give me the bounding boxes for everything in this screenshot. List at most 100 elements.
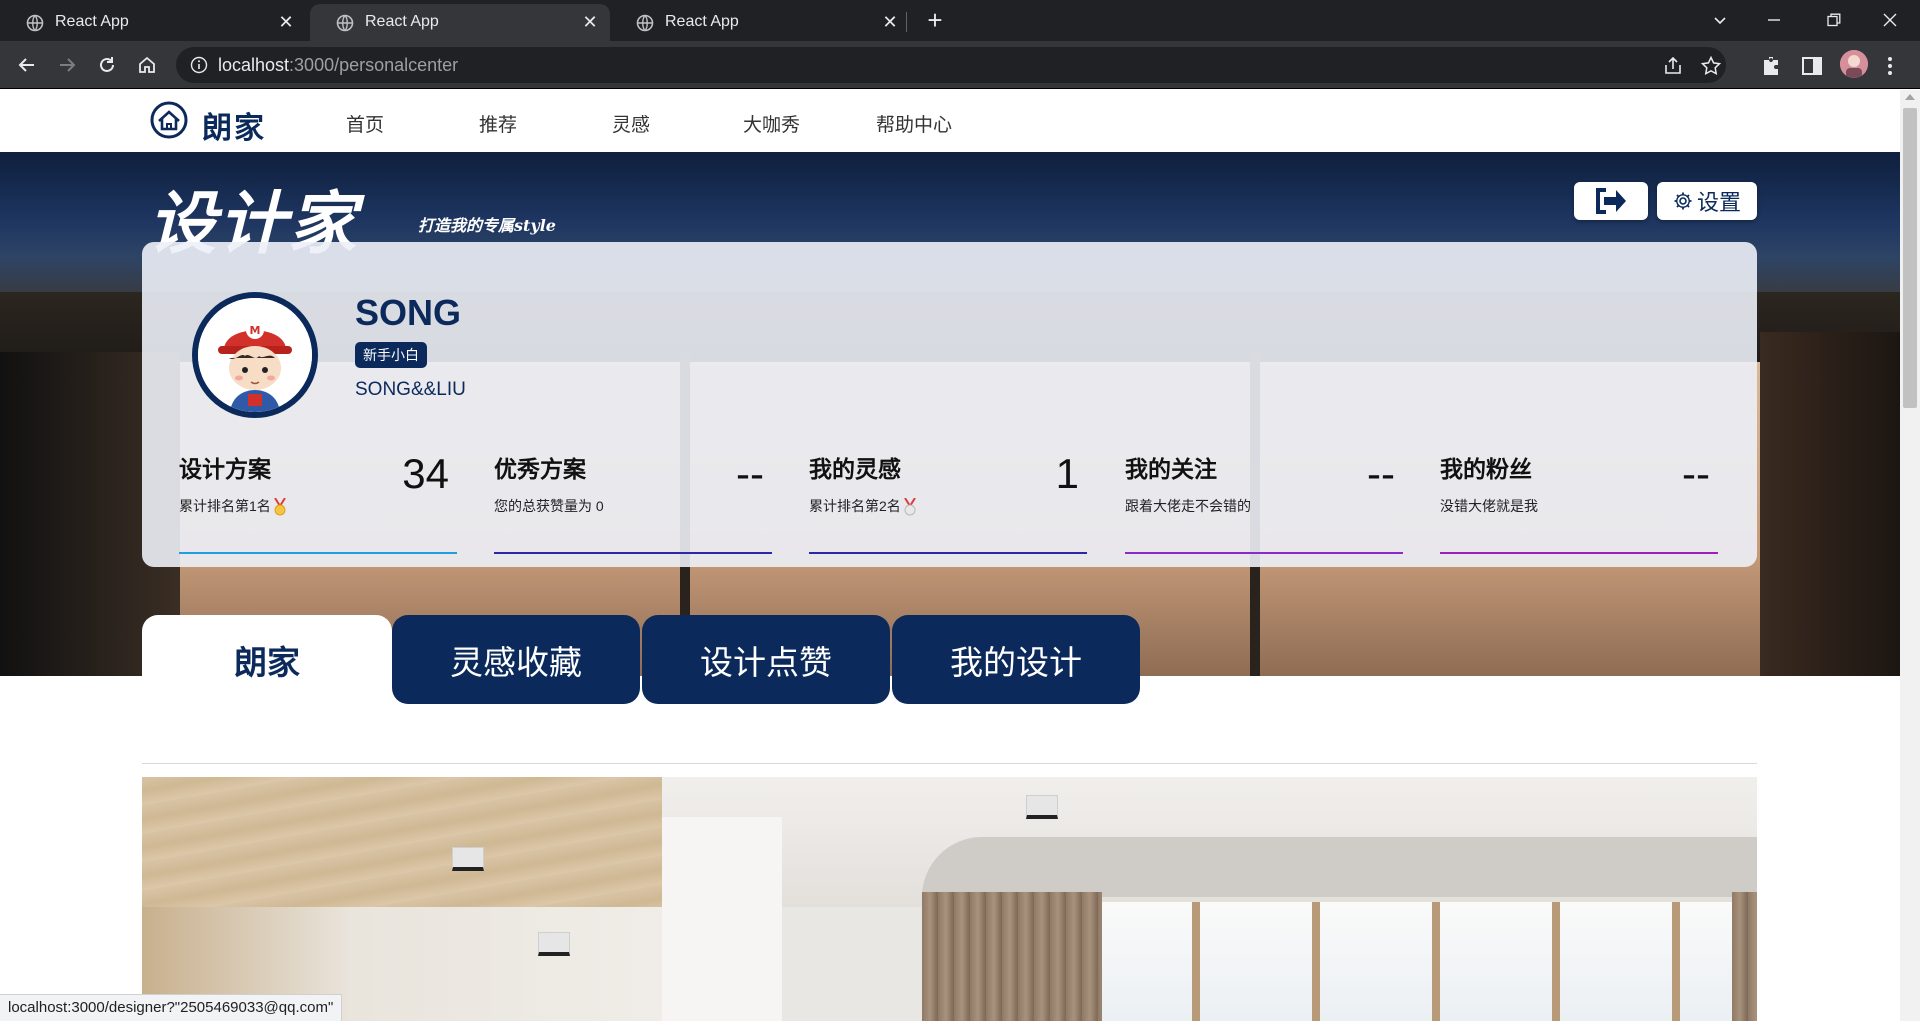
nav-recommend[interactable]: 推荐	[479, 110, 517, 137]
window-frame	[1192, 902, 1200, 1021]
browser-tab-3[interactable]: React App ✕	[610, 4, 910, 41]
profile-card: M SONG 新手小白 SONG&&LIU 设计方案 34 累计排名第1名 优秀…	[142, 242, 1757, 567]
tab-design-likes[interactable]: 设计点赞	[642, 615, 890, 704]
stat-value: --	[736, 450, 764, 497]
close-window-button[interactable]	[1870, 4, 1910, 36]
close-icon[interactable]: ✕	[580, 12, 600, 32]
nav-home[interactable]: 首页	[346, 110, 384, 137]
info-icon[interactable]	[190, 56, 208, 74]
stat-underline	[809, 552, 1087, 554]
browser-tab-title: React App	[55, 13, 129, 30]
stat-underline	[1125, 552, 1403, 554]
room-pillar	[662, 817, 782, 1021]
settings-label: 设置	[1696, 190, 1741, 215]
stat-value: --	[1367, 450, 1395, 497]
nav-inspiration[interactable]: 灵感	[612, 110, 650, 137]
site-logo-text[interactable]: 朗家	[202, 103, 266, 147]
tab-separator	[906, 12, 907, 32]
close-icon[interactable]: ✕	[880, 12, 900, 32]
nav-help-center[interactable]: 帮助中心	[876, 110, 952, 137]
medal-icon	[903, 498, 916, 516]
stat-designs[interactable]: 设计方案 34 累计排名第1名	[179, 450, 457, 554]
stat-desc: 跟着大佬走不会错的	[1125, 498, 1251, 514]
tab-my-designs[interactable]: 我的设计	[892, 615, 1140, 704]
stat-value: --	[1682, 450, 1710, 497]
stat-following[interactable]: 我的关注 -- 跟着大佬走不会错的	[1125, 450, 1403, 554]
window-frame	[1672, 902, 1680, 1021]
content-divider	[142, 763, 1757, 764]
page-viewport: 朗家 首页 推荐 灵感 大咖秀 帮助中心 设计家 打造我的专属style 设置 …	[0, 90, 1900, 1021]
more-vert-icon[interactable]	[1878, 54, 1902, 78]
reload-button[interactable]	[93, 51, 121, 79]
stat-fans[interactable]: 我的粉丝 -- 没错大佬就是我	[1440, 450, 1718, 554]
status-bar-url: localhost:3000/designer?"2505469033@qq.c…	[0, 994, 343, 1021]
reload-icon	[100, 57, 114, 72]
restore-button[interactable]	[1814, 4, 1854, 36]
forward-button[interactable]	[53, 51, 81, 79]
scroll-thumb[interactable]	[1903, 108, 1917, 408]
sidepanel-icon[interactable]	[1800, 54, 1824, 78]
scroll-up-arrow-icon[interactable]	[1905, 94, 1915, 100]
username: SONG	[355, 292, 462, 333]
back-button[interactable]	[13, 51, 41, 79]
stat-value: 34	[402, 450, 449, 497]
window-frame	[1432, 902, 1440, 1021]
browser-tab-1[interactable]: React App ✕	[0, 4, 306, 41]
stat-desc: 累计排名第2名	[809, 496, 917, 516]
new-tab-button[interactable]: +	[922, 7, 948, 34]
minimize-icon	[1768, 19, 1780, 21]
avatar-cartoon-image: M	[198, 298, 312, 412]
settings-button[interactable]: 设置	[1657, 182, 1757, 220]
address-bar[interactable]: localhost:3000/personalcenter	[176, 47, 1726, 83]
profile-avatar[interactable]	[1840, 50, 1868, 78]
room-curtain	[922, 892, 1102, 1021]
share-icon[interactable]	[1662, 55, 1684, 77]
browser-tab-2[interactable]: React App ✕	[310, 4, 610, 41]
home-button[interactable]	[133, 51, 161, 79]
stat-desc-text: 累计排名第2名	[809, 498, 901, 514]
stat-inspirations[interactable]: 我的灵感 1 累计排名第2名	[809, 450, 1087, 554]
url-path: :3000/personalcenter	[289, 55, 459, 75]
page-scrollbar[interactable]	[1900, 90, 1920, 1021]
close-icon	[1883, 13, 1897, 27]
stat-desc-text: 累计排名第1名	[179, 498, 271, 514]
room-curtain	[1732, 892, 1757, 1021]
browser-tab-title: React App	[665, 13, 739, 30]
level-badge: 新手小白	[355, 342, 427, 368]
close-icon[interactable]: ✕	[276, 12, 296, 32]
browser-tabbar: React App ✕ React App ✕ React App ✕ +	[0, 0, 1920, 41]
tab-search-button[interactable]	[1700, 4, 1740, 36]
star-icon[interactable]	[1700, 55, 1722, 77]
home-icon	[139, 56, 155, 73]
stat-title: 优秀方案	[494, 456, 586, 482]
globe-icon	[336, 14, 354, 32]
stat-desc: 您的总获赞量为 0	[494, 498, 604, 514]
user-handle: SONG&&LIU	[355, 379, 466, 400]
house-logo-icon[interactable]	[150, 101, 188, 139]
globe-icon	[26, 14, 44, 32]
restore-icon	[1827, 13, 1841, 27]
hero-banner: 设计家 打造我的专属style 设置 M SONG 新手小白 SONG&&LIU…	[0, 152, 1900, 676]
spotlight	[452, 847, 484, 871]
site-header: 朗家 首页 推荐 灵感 大咖秀 帮助中心	[0, 90, 1900, 152]
room-ceiling-curve	[922, 837, 1757, 897]
tab-langjia[interactable]: 朗家	[142, 615, 392, 705]
address-toolbar: localhost:3000/personalcenter	[0, 41, 1920, 89]
nav-showcase[interactable]: 大咖秀	[743, 110, 800, 137]
svg-text:M: M	[250, 324, 261, 337]
stat-desc: 累计排名第1名	[179, 496, 287, 516]
browser-tab-title: React App	[365, 13, 439, 30]
spotlight	[1026, 795, 1058, 819]
medal-icon	[273, 498, 286, 516]
logout-button[interactable]	[1574, 182, 1648, 220]
stat-excellent[interactable]: 优秀方案 -- 您的总获赞量为 0	[494, 450, 772, 554]
design-room-image[interactable]	[142, 777, 1757, 1021]
globe-icon	[636, 14, 654, 32]
avatar[interactable]: M	[192, 292, 318, 418]
arrow-left-icon	[18, 58, 34, 72]
stat-underline	[179, 552, 457, 554]
hero-subtitle: 打造我的专属style	[418, 216, 556, 235]
minimize-button[interactable]	[1754, 4, 1794, 36]
tab-inspiration-collection[interactable]: 灵感收藏	[392, 615, 640, 704]
extensions-icon[interactable]	[1760, 54, 1784, 78]
